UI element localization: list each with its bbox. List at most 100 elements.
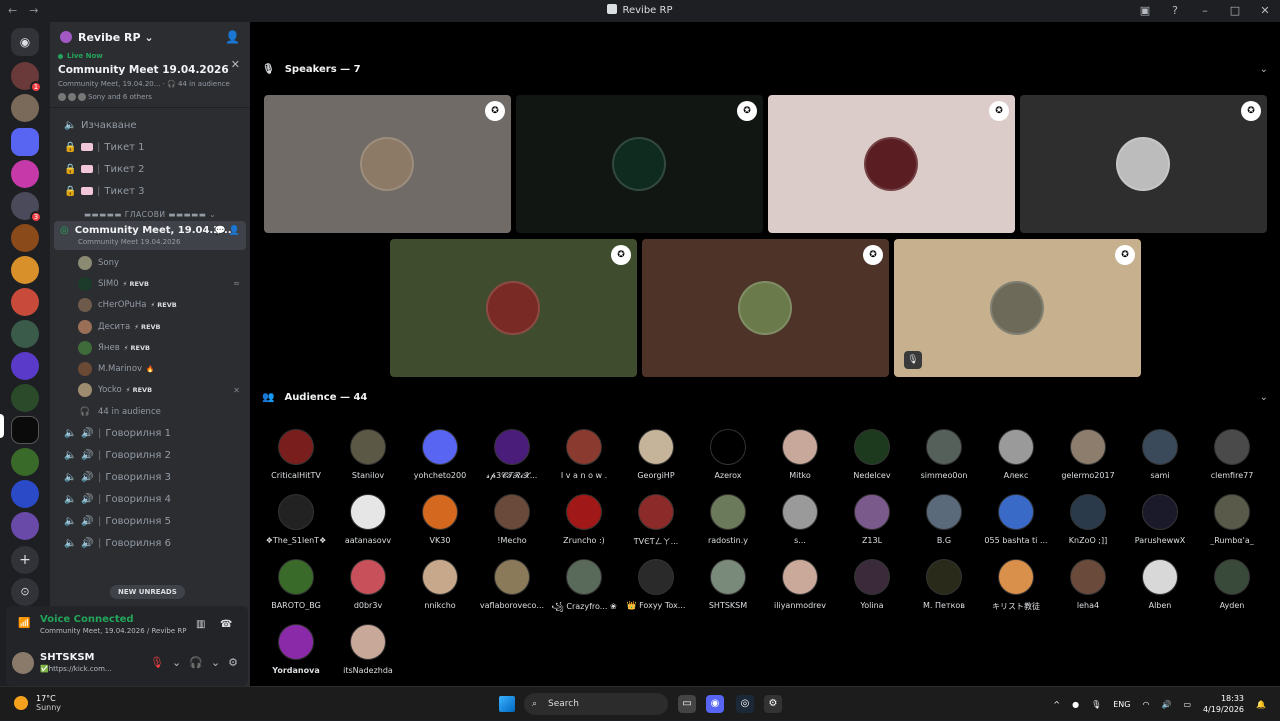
audience-member[interactable]: I v a n o w . (548, 429, 620, 480)
audience-member[interactable]: Ayden (1196, 559, 1268, 610)
voice-channel-2[interactable]: 🔈 🔊 | Говорилня 2 (54, 444, 246, 466)
audience-member[interactable]: ParushewwX (1124, 494, 1196, 545)
server-icon-13[interactable] (11, 512, 39, 540)
server-icon-1[interactable]: 1 (11, 62, 42, 93)
headphones-icon[interactable]: 🎧 (189, 656, 203, 669)
voice-member[interactable]: Десита ⚡ REVB (50, 316, 250, 337)
server-icon-10[interactable] (11, 384, 39, 412)
audience-member[interactable]: 055 bashta ti ... (980, 494, 1052, 545)
audience-member[interactable]: CriticalHitTV (260, 429, 332, 480)
discover-icon[interactable]: ⊙ (11, 578, 39, 606)
audience-member[interactable]: Mitko (764, 429, 836, 480)
discord-home-icon[interactable]: ◉ (11, 28, 39, 56)
voice-member[interactable]: cHerOPuHa ⚡ REVB (50, 295, 250, 316)
close-icon[interactable]: ✕ (231, 58, 240, 71)
voice-channel-4[interactable]: 🔈 🔊 | Говорилня 4 (54, 488, 246, 510)
audience-member[interactable]: Yordanova (260, 624, 332, 675)
audience-member[interactable]: VK30 (404, 494, 476, 545)
voice-status[interactable]: Voice Connected (40, 614, 134, 625)
server-icon-8[interactable] (11, 320, 39, 348)
task-view-icon[interactable]: ▭ (678, 695, 696, 713)
speaker-tile[interactable]: ✪ (390, 239, 637, 377)
audience-member[interactable]: !Mecho (476, 494, 548, 545)
audience-member[interactable]: GeorgiHP (620, 429, 692, 480)
audience-member[interactable]: 𝓼𝓹3𝓒𝓣𝓡𝓲𝓧... (476, 429, 548, 481)
wifi-icon[interactable]: ◠ (1142, 700, 1149, 709)
gear-icon[interactable]: ⚙ (228, 656, 238, 669)
chevron-down-icon[interactable]: ⌄ (172, 656, 181, 669)
minimize-button[interactable]: – (1190, 0, 1220, 22)
audience-member[interactable]: gelermo2017 (1052, 429, 1124, 480)
add-server-icon[interactable]: + (11, 546, 39, 574)
voice-channel-3[interactable]: 🔈 🔊 | Говорилня 3 (54, 466, 246, 488)
speaker-tile[interactable]: ✪ (1020, 95, 1267, 233)
noise-suppression-icon[interactable]: ▥ (196, 619, 205, 630)
speaker-tile[interactable]: ✪ (642, 239, 889, 377)
audience-member[interactable]: Z13L (836, 494, 908, 545)
avatar[interactable] (12, 652, 34, 674)
speaker-tile[interactable]: ✪ (768, 95, 1015, 233)
microphone-icon[interactable]: 🎙 (1091, 700, 1101, 709)
server-icon-5[interactable] (11, 224, 39, 252)
app-taskbar-icon[interactable]: ⚙ (764, 695, 782, 713)
audience-member[interactable]: sami (1124, 429, 1196, 480)
audience-member[interactable]: Yolina (836, 559, 908, 610)
voice-channel-6[interactable]: 🔈 🔊 | Говорилня 6 (54, 532, 246, 554)
channel-3[interactable]: 🔒 | Тикет 2 (54, 158, 246, 180)
voice-member[interactable]: Янев ⚡ REVB (50, 337, 250, 358)
speaker-tile[interactable]: ✪ 🎙 (894, 239, 1141, 377)
help-icon[interactable]: ? (1160, 0, 1190, 22)
audience-member[interactable]: radostin.y (692, 494, 764, 545)
start-button[interactable] (499, 696, 515, 712)
audience-member[interactable]: Stanilov (332, 429, 404, 480)
guild-header[interactable]: Revibe RP ⌄ 👤 (50, 22, 250, 52)
server-icon-7[interactable] (11, 288, 39, 316)
language-indicator[interactable]: ENG (1113, 700, 1130, 709)
weather-widget[interactable]: 17°C Sunny (14, 694, 61, 712)
discord-taskbar-icon[interactable]: ◉ (706, 695, 724, 713)
user-name[interactable]: SHTSKSM (40, 652, 95, 663)
audience-member[interactable]: BAROTO_BG (260, 559, 332, 610)
audience-member[interactable]: clemfire77 (1196, 429, 1268, 480)
shield-icon[interactable]: ● (1072, 700, 1079, 709)
new-unreads-button[interactable]: NEW UNREADS (110, 585, 185, 599)
audience-member[interactable]: ƬVЄƬㄥㄚ... (620, 494, 692, 547)
audience-count-row[interactable]: 🎧 44 in audience (50, 401, 250, 422)
server-icon-revibe[interactable] (11, 416, 39, 444)
audience-member[interactable]: d0br3v (332, 559, 404, 610)
channel-1[interactable]: 🔈 Изчакване (54, 114, 246, 136)
audience-member[interactable]: SHTSKSM (692, 559, 764, 610)
battery-icon[interactable]: ▭ (1183, 700, 1191, 709)
disconnect-icon[interactable]: ☎ (220, 619, 232, 630)
speaker-tile[interactable]: ✪ (264, 95, 511, 233)
chevron-down-icon[interactable]: ⌄ (211, 656, 220, 669)
voice-channel-path[interactable]: Community Meet, 19.04.2026 / Revibe RP (40, 627, 186, 635)
audience-member[interactable]: ꧁ Crazyfro... ❀ (548, 559, 620, 617)
channel-2[interactable]: 🔒 | Тикет 1 (54, 136, 246, 158)
close-button[interactable]: ✕ (1250, 0, 1280, 22)
chevron-down-icon[interactable]: ⌄ (1260, 392, 1268, 403)
voice-member[interactable]: M.Marinov 🔥 (50, 358, 250, 379)
active-voice-channel[interactable]: ◎ Community Meet, 19.04.2... Community Me… (54, 221, 246, 250)
voice-member[interactable]: Yocko ⚡ REVB ✕ (50, 380, 250, 401)
maximize-button[interactable]: □ (1220, 0, 1250, 22)
search-box[interactable]: ⌕ Search (524, 693, 668, 715)
audience-member[interactable]: _Rumbα'a_ (1196, 494, 1268, 545)
audience-member[interactable]: Azerox (692, 429, 764, 480)
audience-member[interactable]: ❖The_S1lenT❖ (260, 494, 332, 545)
invite-people-icon[interactable]: 👤 (225, 30, 240, 44)
notifications-icon[interactable]: 🔔 (1256, 700, 1266, 709)
folder-icon[interactable] (11, 128, 39, 156)
audience-member[interactable]: aatanasovv (332, 494, 404, 545)
voice-member[interactable]: SIM0 ⚡ REVB ≈ (50, 273, 250, 294)
audience-member[interactable]: B.G (908, 494, 980, 545)
voice-member[interactable]: Sony (50, 252, 250, 273)
audience-member[interactable]: Alben (1124, 559, 1196, 610)
server-icon-2[interactable] (11, 94, 39, 122)
category-voice[interactable]: ▬▬▬▬▬ ГЛАСОВИ ▬▬▬▬▬ ⌄ (50, 210, 250, 219)
audience-member[interactable]: Алекс (980, 429, 1052, 480)
mute-mic-icon[interactable]: 🎙 (150, 656, 164, 669)
server-icon-12[interactable] (11, 480, 39, 508)
server-icon-4[interactable]: 3 (11, 192, 42, 223)
server-icon-9[interactable] (11, 352, 39, 380)
